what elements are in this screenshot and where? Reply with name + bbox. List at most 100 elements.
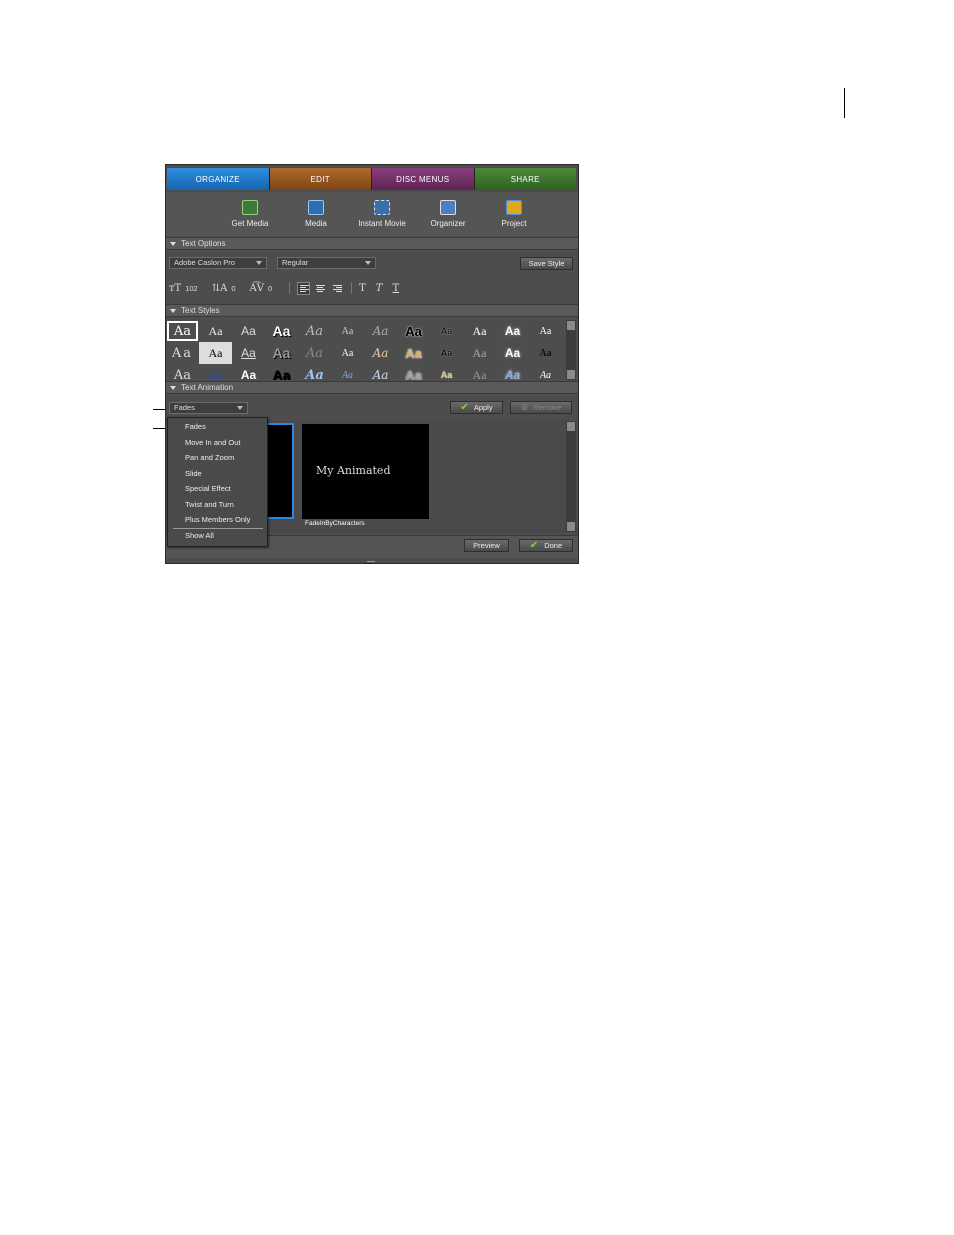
text-style-swatch[interactable]: Aa: [430, 320, 463, 342]
menu-item-plus-members-only[interactable]: Plus Members Only: [185, 515, 250, 524]
project-label: Project: [501, 219, 527, 228]
project-button[interactable]: Project: [490, 192, 538, 236]
menu-item-twist-and-turn[interactable]: Twist and Turn: [185, 500, 234, 509]
text-options-header[interactable]: Text Options: [166, 237, 578, 250]
animation-thumbnail[interactable]: My Animated: [302, 424, 429, 519]
text-style-swatch[interactable]: Aa: [496, 320, 529, 342]
font-style-select[interactable]: Regular: [277, 257, 376, 269]
text-style-swatch[interactable]: Aa: [232, 342, 265, 364]
text-style-swatch[interactable]: Aa: [199, 342, 232, 364]
align-center-button[interactable]: [314, 282, 327, 295]
format-controls: тT 102 ⇅A 0 A͡V 0 T T T: [169, 281, 399, 295]
text-style-swatch[interactable]: Aa: [430, 364, 463, 380]
text-style-swatch[interactable]: Aa: [397, 320, 430, 342]
animation-category-menu: Fades Move In and Out Pan and Zoom Slide…: [167, 417, 268, 547]
organizer-icon: [440, 200, 456, 215]
scroll-up-icon[interactable]: [567, 321, 575, 330]
text-style-swatch[interactable]: Aa: [364, 364, 397, 380]
media-toolbar: Get Media Media Instant Movie Organizer …: [166, 192, 578, 236]
text-animation-title: Text Animation: [181, 383, 234, 392]
text-animation-header[interactable]: Text Animation: [166, 381, 578, 394]
text-style-swatch[interactable]: Aa: [232, 320, 265, 342]
bold-icon[interactable]: T: [359, 283, 366, 294]
tab-disc-menus[interactable]: DISC MENUS: [372, 168, 475, 190]
text-style-swatch[interactable]: Aa: [265, 342, 298, 364]
workspace-tabs: ORGANIZE EDIT DISC MENUS SHARE: [167, 168, 576, 190]
text-style-swatch[interactable]: Aa: [397, 364, 430, 381]
scroll-down-icon[interactable]: [567, 370, 575, 379]
save-style-button[interactable]: Save Style: [520, 257, 573, 270]
font-size-value[interactable]: 102: [185, 284, 198, 293]
text-styles-grid: Aa Aa Aa Aa Aa Aa Aa Aa Aa Aa Aa Aa Aa Aa Aa Aa Aa Aa Aa Aa…: [166, 320, 562, 380]
text-style-swatch[interactable]: Aa: [199, 364, 232, 381]
resize-grip[interactable]: [367, 561, 375, 562]
text-style-swatch[interactable]: Aa: [331, 320, 364, 342]
animation-scrollbar[interactable]: [566, 421, 576, 532]
organizer-label: Organizer: [430, 219, 466, 228]
menu-item-move-in-and-out[interactable]: Move In and Out: [185, 438, 240, 447]
kerning-value[interactable]: 0: [268, 284, 272, 293]
apply-button[interactable]: ✔ Apply: [450, 401, 503, 414]
text-style-swatch[interactable]: Aa: [166, 342, 199, 364]
organizer-button[interactable]: Organizer: [424, 192, 472, 236]
text-style-swatch[interactable]: Aa: [463, 342, 496, 364]
text-style-swatch[interactable]: Aa: [496, 364, 529, 380]
text-style-swatch[interactable]: Aa: [364, 320, 397, 342]
italic-icon[interactable]: T: [376, 283, 383, 294]
instant-movie-button[interactable]: Instant Movie: [358, 192, 406, 236]
media-icon: [308, 200, 324, 215]
animation-category-select[interactable]: Fades: [169, 402, 248, 414]
text-style-swatch[interactable]: Aa: [463, 364, 496, 381]
leading-value[interactable]: 0: [231, 284, 235, 293]
apply-label: Apply: [473, 403, 493, 412]
text-style-swatch[interactable]: Aa: [496, 342, 529, 364]
menu-item-fades[interactable]: Fades: [185, 422, 206, 431]
tab-organize[interactable]: ORGANIZE: [167, 168, 270, 190]
remove-button[interactable]: ⊘ Remove: [510, 401, 572, 414]
animation-category-value: Fades: [174, 403, 195, 412]
text-style-swatch[interactable]: Aa: [364, 342, 397, 364]
text-style-swatch[interactable]: Aa: [298, 364, 331, 381]
chevron-down-icon: [237, 406, 243, 410]
text-style-swatch[interactable]: Aa: [166, 364, 199, 381]
tab-edit[interactable]: EDIT: [269, 168, 372, 190]
text-style-swatch[interactable]: Aa: [430, 342, 463, 364]
text-style-swatch[interactable]: Aa: [529, 364, 562, 381]
project-icon: [506, 200, 522, 215]
text-style-swatch[interactable]: Aa: [529, 320, 562, 342]
align-left-button[interactable]: [297, 281, 311, 295]
menu-item-special-effect[interactable]: Special Effect: [185, 484, 231, 493]
menu-item-show-all[interactable]: Show All: [185, 531, 214, 540]
get-media-button[interactable]: Get Media: [226, 192, 274, 236]
scroll-up-icon[interactable]: [567, 422, 575, 431]
media-button[interactable]: Media: [292, 192, 340, 236]
align-right-button[interactable]: [331, 282, 344, 295]
menu-divider: [173, 528, 263, 529]
font-family-select[interactable]: Adobe Caslon Pro: [169, 257, 267, 269]
scroll-down-icon[interactable]: [567, 522, 575, 531]
preview-button[interactable]: Preview: [464, 539, 509, 552]
text-style-swatch[interactable]: Aa: [298, 320, 331, 342]
menu-item-slide[interactable]: Slide: [185, 469, 202, 478]
text-style-swatch[interactable]: Aa: [397, 342, 430, 364]
text-style-swatch[interactable]: Aa: [331, 342, 364, 364]
text-style-swatch[interactable]: Aa: [199, 320, 232, 342]
text-options-title: Text Options: [181, 239, 226, 248]
text-style-swatch[interactable]: Aa: [298, 342, 331, 364]
tab-share[interactable]: SHARE: [474, 168, 576, 190]
text-styles-header[interactable]: Text Styles: [166, 304, 578, 317]
styles-scrollbar[interactable]: [566, 320, 576, 380]
text-style-swatch[interactable]: Aa: [232, 364, 265, 380]
text-style-swatch[interactable]: Aa: [463, 320, 496, 342]
done-button[interactable]: ✔ Done: [519, 539, 573, 552]
text-style-swatch[interactable]: Aa: [265, 320, 298, 342]
instant-movie-label: Instant Movie: [358, 219, 406, 228]
text-style-swatch[interactable]: Aa: [331, 364, 364, 381]
text-style-swatch[interactable]: Aa: [265, 364, 298, 380]
menu-item-pan-and-zoom[interactable]: Pan and Zoom: [185, 453, 234, 462]
underline-icon[interactable]: T: [392, 283, 399, 294]
text-style-swatch[interactable]: Aa: [166, 320, 199, 342]
thumbnail-text: My Animated: [316, 464, 391, 477]
media-label: Media: [305, 219, 327, 228]
text-style-swatch[interactable]: Aa: [529, 342, 562, 364]
